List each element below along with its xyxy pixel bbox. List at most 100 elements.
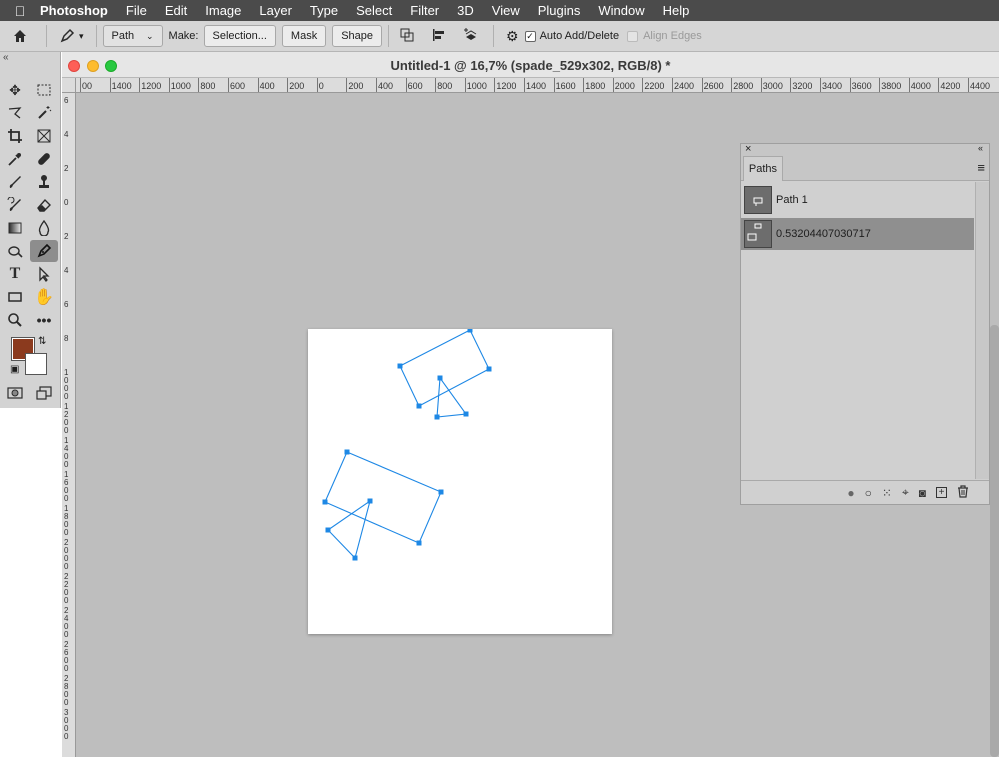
path-segment xyxy=(399,329,490,407)
path-selection-tool-icon[interactable] xyxy=(32,264,56,284)
document-title-bar: Untitled-1 @ 16,7% (spade_529x302, RGB/8… xyxy=(62,52,999,78)
history-brush-tool-icon[interactable] xyxy=(3,195,27,215)
ruler-tick-label: 1200 xyxy=(139,78,162,92)
swap-colors-icon[interactable]: ⇅ xyxy=(38,336,46,347)
menu-help[interactable]: Help xyxy=(663,3,690,18)
panel-menu-icon[interactable]: ≡ xyxy=(977,160,985,175)
lasso-tool-icon[interactable] xyxy=(3,103,27,123)
dodge-tool-icon[interactable] xyxy=(3,241,27,261)
move-tool-icon[interactable]: ✥ xyxy=(3,80,27,100)
menu-select[interactable]: Select xyxy=(356,3,392,18)
more-tools-icon[interactable]: ••• xyxy=(32,310,56,330)
chevron-down-icon: ▾ xyxy=(79,30,84,41)
vertical-ruler[interactable]: 6 4 2 0 2 4 6 8 1000 1200 1400 1600 1800 2000 2200 2400… xyxy=(62,93,76,757)
eraser-tool-icon[interactable] xyxy=(32,195,56,215)
vertical-scrollbar[interactable] xyxy=(990,325,999,757)
separator xyxy=(95,25,97,47)
delete-path-icon[interactable] xyxy=(957,484,969,501)
tool-mode-select[interactable]: Path ⌄ xyxy=(102,25,163,47)
path-operations-icon[interactable] xyxy=(399,27,415,46)
stroke-path-icon[interactable]: ○ xyxy=(865,486,872,500)
menu-3d[interactable]: 3D xyxy=(457,3,474,18)
make-work-path-icon[interactable]: ⌖ xyxy=(902,485,909,500)
load-as-selection-icon[interactable]: ⁙ xyxy=(882,486,892,500)
align-edges-label: Align Edges xyxy=(643,30,702,42)
magic-wand-tool-icon[interactable] xyxy=(32,103,56,123)
document-canvas[interactable] xyxy=(308,329,612,634)
path-segment xyxy=(327,499,371,560)
align-edges-checkbox[interactable] xyxy=(627,30,639,42)
collapse-icon[interactable]: « xyxy=(3,52,9,63)
healing-brush-tool-icon[interactable] xyxy=(32,149,56,169)
anchor-point xyxy=(438,489,444,495)
screen-mode-icon[interactable] xyxy=(32,383,56,403)
hand-tool-icon[interactable]: ✋ xyxy=(32,287,56,307)
type-tool-icon[interactable]: T xyxy=(3,264,27,284)
clone-stamp-tool-icon[interactable] xyxy=(32,172,56,192)
ruler-tick-label: 200 xyxy=(287,78,305,92)
ruler-tick-label: 400 xyxy=(375,78,394,92)
make-mask-button[interactable]: Mask xyxy=(281,25,327,47)
ruler-tick-label: 2800 xyxy=(731,78,754,92)
path-name: Path 1 xyxy=(776,194,808,206)
menu-view[interactable]: View xyxy=(492,3,520,18)
blur-tool-icon[interactable] xyxy=(32,218,56,238)
anchor-point xyxy=(463,411,469,417)
zoom-tool-icon[interactable] xyxy=(3,310,27,330)
path-row-path-1[interactable]: Path 1 xyxy=(741,184,974,216)
path-arrangement-icon[interactable] xyxy=(463,27,479,46)
ruler-tick-label: 1200 xyxy=(494,78,517,92)
path-row-selected[interactable]: 0.53204407030717 xyxy=(741,218,974,250)
make-label: Make: xyxy=(168,30,199,42)
quick-mask-icon[interactable] xyxy=(3,383,27,403)
pen-tool-icon[interactable] xyxy=(30,240,58,262)
tab-paths[interactable]: Paths xyxy=(743,156,783,181)
background-color-swatch[interactable] xyxy=(25,353,47,375)
panel-scrollbar[interactable] xyxy=(975,182,989,479)
ruler-tick-label: 1600 xyxy=(64,470,69,503)
default-colors-icon[interactable]: ▣ xyxy=(10,364,19,375)
paths-panel: × « Paths ≡ Path 1 0.53204407030717 ● ○ … xyxy=(740,143,990,505)
app-menu-photoshop[interactable]: Photoshop xyxy=(40,3,108,18)
pen-icon xyxy=(60,28,75,43)
brush-tool-icon[interactable] xyxy=(3,172,27,192)
menu-filter[interactable]: Filter xyxy=(410,3,439,18)
ruler-origin[interactable] xyxy=(62,78,76,93)
eyedropper-tool-icon[interactable] xyxy=(3,149,27,169)
menu-plugins[interactable]: Plugins xyxy=(538,3,581,18)
menu-type[interactable]: Type xyxy=(310,3,338,18)
make-selection-button[interactable]: Selection... xyxy=(203,25,276,47)
crop-tool-icon[interactable] xyxy=(3,126,27,146)
ruler-tick-label: 1000 xyxy=(168,78,191,92)
new-path-icon[interactable]: + xyxy=(936,487,947,498)
menu-edit[interactable]: Edit xyxy=(165,3,187,18)
menu-image[interactable]: Image xyxy=(205,3,241,18)
path-alignment-icon[interactable] xyxy=(431,27,447,46)
fill-path-icon[interactable]: ● xyxy=(847,486,854,500)
anchor-point xyxy=(322,499,328,505)
ruler-tick-label: 00 xyxy=(79,78,93,92)
ruler-tick-label: 2 xyxy=(64,164,69,173)
marquee-tool-icon[interactable] xyxy=(32,80,56,100)
separator xyxy=(388,25,390,47)
horizontal-ruler[interactable]: 00 1400 1200 1000 800 600 400 200 0 200 400 600 800 1… xyxy=(76,78,999,93)
menu-file[interactable]: File xyxy=(126,3,147,18)
ruler-tick-label: 4000 xyxy=(908,78,931,92)
ruler-tick-label: 1400 xyxy=(109,78,132,92)
menu-window[interactable]: Window xyxy=(598,3,644,18)
gradient-tool-icon[interactable] xyxy=(3,218,27,238)
frame-tool-icon[interactable] xyxy=(32,126,56,146)
add-mask-icon[interactable]: ◙ xyxy=(919,486,926,500)
ruler-tick-label: 1400 xyxy=(64,436,69,469)
apple-logo-icon[interactable]:  xyxy=(0,3,40,19)
home-icon[interactable] xyxy=(0,28,40,44)
close-panel-icon[interactable]: × xyxy=(745,143,751,155)
chevron-down-icon: ⌄ xyxy=(145,30,154,41)
pen-tool-preset-picker[interactable]: ▾ xyxy=(59,28,84,44)
rectangle-tool-icon[interactable] xyxy=(3,287,27,307)
collapse-panel-icon[interactable]: « xyxy=(978,143,983,153)
menu-layer[interactable]: Layer xyxy=(259,3,292,18)
auto-add-delete-checkbox[interactable]: ✓ xyxy=(524,30,536,42)
gear-icon[interactable]: ⚙ xyxy=(506,28,519,45)
make-shape-button[interactable]: Shape xyxy=(332,25,383,47)
